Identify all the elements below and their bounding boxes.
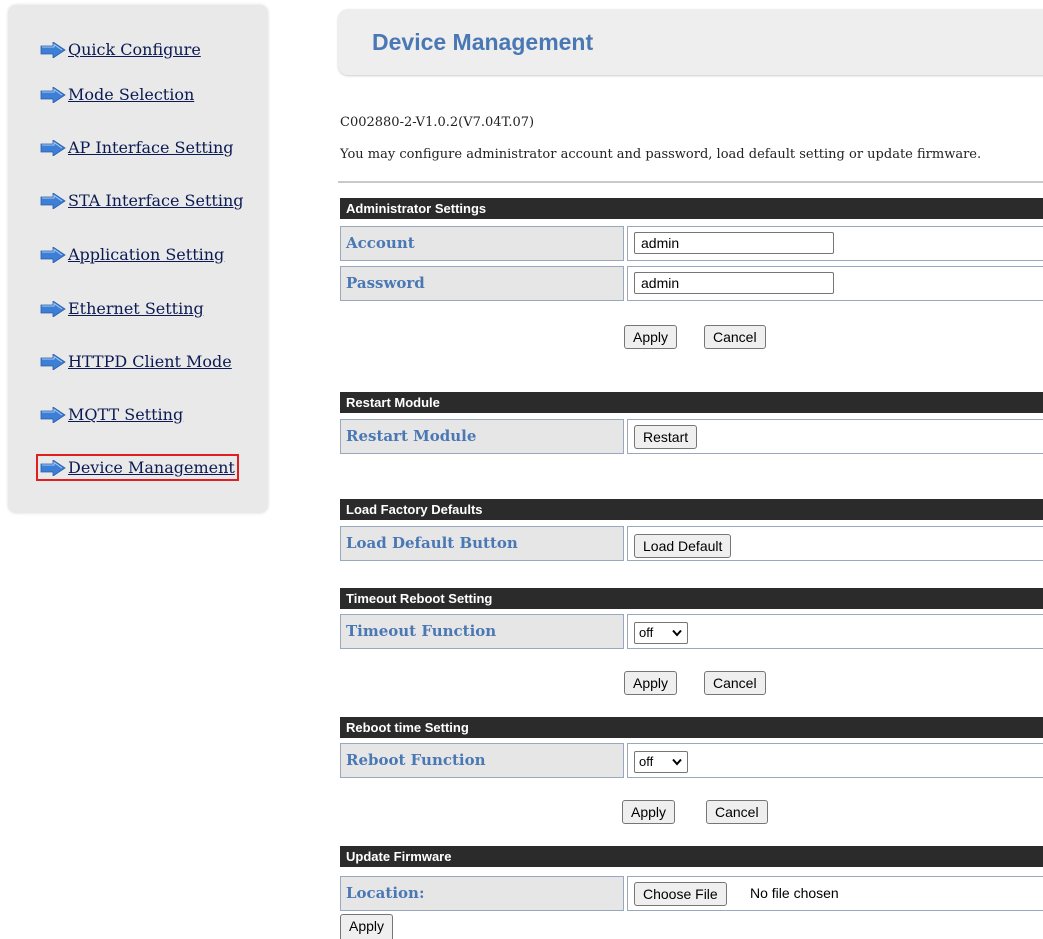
timeout-label: Timeout Function bbox=[340, 614, 624, 649]
firmware-apply-button[interactable]: Apply bbox=[340, 914, 394, 939]
account-row: Account admin bbox=[340, 226, 1043, 263]
location-label: Location: bbox=[340, 876, 624, 911]
sidebar-item-label[interactable]: Ethernet Setting bbox=[68, 299, 204, 318]
reboot-label: Reboot Function bbox=[340, 743, 624, 778]
arrow-right-icon bbox=[40, 300, 66, 317]
reboot-cell: off bbox=[627, 743, 1043, 778]
arrow-right-icon bbox=[40, 459, 66, 476]
divider bbox=[338, 181, 1043, 183]
location-cell: Choose File No file chosen bbox=[627, 876, 1043, 911]
file-status-text: No file chosen bbox=[750, 885, 839, 901]
section-header-timeout: Timeout Reboot Setting bbox=[340, 588, 1043, 609]
sidebar-item-label[interactable]: AP Interface Setting bbox=[68, 138, 234, 157]
reboot-select[interactable]: off bbox=[634, 751, 688, 773]
password-row: Password admin bbox=[340, 266, 1043, 303]
page-description: You may configure administrator account … bbox=[340, 147, 982, 162]
sidebar-item-mode-selection[interactable]: Mode Selection bbox=[40, 85, 194, 104]
sidebar-item-label[interactable]: Device Management bbox=[68, 458, 235, 477]
account-label: Account bbox=[340, 226, 624, 261]
sidebar-item-ap-interface[interactable]: AP Interface Setting bbox=[40, 138, 234, 157]
arrow-right-icon bbox=[40, 246, 66, 263]
timeout-apply-button[interactable]: Apply bbox=[624, 671, 678, 695]
load-default-button[interactable]: Load Default bbox=[634, 534, 732, 558]
password-input[interactable]: admin bbox=[634, 272, 834, 294]
arrow-right-icon bbox=[40, 353, 66, 370]
arrow-right-icon bbox=[40, 406, 66, 423]
timeout-select-value: off bbox=[639, 625, 654, 640]
timeout-row: Timeout Function off bbox=[340, 614, 1043, 651]
page-header: Device Management bbox=[338, 9, 1043, 75]
sidebar-item-mqtt[interactable]: MQTT Setting bbox=[40, 405, 183, 424]
account-cell: admin bbox=[627, 226, 1043, 261]
timeout-cell: off bbox=[627, 614, 1043, 649]
restart-cell: Restart bbox=[627, 419, 1043, 454]
admin-cancel-button[interactable]: Cancel bbox=[704, 325, 766, 349]
account-input[interactable]: admin bbox=[634, 232, 834, 254]
arrow-right-icon bbox=[40, 86, 66, 103]
sidebar-item-label[interactable]: HTTPD Client Mode bbox=[68, 352, 232, 371]
section-header-firmware: Update Firmware bbox=[340, 846, 1043, 867]
sidebar-item-quick-configure[interactable]: Quick Configure bbox=[40, 40, 201, 59]
arrow-right-icon bbox=[40, 139, 66, 156]
sidebar-item-label[interactable]: Mode Selection bbox=[68, 85, 194, 104]
password-label: Password bbox=[340, 266, 624, 301]
factory-row: Load Default Button Load Default bbox=[340, 526, 1043, 563]
reboot-apply-button[interactable]: Apply bbox=[622, 800, 676, 824]
reboot-select-value: off bbox=[639, 754, 654, 769]
arrow-right-icon bbox=[40, 192, 66, 209]
sidebar-item-ethernet[interactable]: Ethernet Setting bbox=[40, 299, 204, 318]
admin-apply-button[interactable]: Apply bbox=[624, 325, 678, 349]
chevron-down-icon bbox=[672, 629, 682, 637]
sidebar-item-label[interactable]: MQTT Setting bbox=[68, 405, 183, 424]
sidebar-item-label[interactable]: Quick Configure bbox=[68, 40, 201, 59]
section-header-admin: Administrator Settings bbox=[340, 198, 1043, 219]
firmware-version: C002880-2-V1.0.2(V7.04T.07) bbox=[340, 115, 535, 130]
sidebar-item-application[interactable]: Application Setting bbox=[40, 245, 224, 264]
restart-button[interactable]: Restart bbox=[634, 425, 698, 449]
chevron-down-icon bbox=[672, 758, 682, 766]
reboot-row: Reboot Function off bbox=[340, 743, 1043, 780]
sidebar-item-label[interactable]: Application Setting bbox=[68, 245, 224, 264]
sidebar-item-device-management[interactable]: Device Management bbox=[36, 454, 239, 481]
page-title: Device Management bbox=[372, 29, 594, 55]
load-default-label: Load Default Button bbox=[340, 526, 624, 561]
sidebar-item-httpd-client[interactable]: HTTPD Client Mode bbox=[40, 352, 232, 371]
timeout-select[interactable]: off bbox=[634, 622, 688, 644]
restart-label: Restart Module bbox=[340, 419, 624, 454]
reboot-cancel-button[interactable]: Cancel bbox=[706, 800, 768, 824]
load-default-cell: Load Default bbox=[627, 526, 1043, 561]
sidebar-item-label[interactable]: STA Interface Setting bbox=[68, 191, 244, 210]
section-header-restart: Restart Module bbox=[340, 392, 1043, 413]
choose-file-button[interactable]: Choose File bbox=[634, 882, 727, 906]
arrow-right-icon bbox=[40, 41, 66, 58]
timeout-cancel-button[interactable]: Cancel bbox=[704, 671, 766, 695]
section-header-reboot: Reboot time Setting bbox=[340, 717, 1043, 738]
firmware-row: Location: Choose File No file chosen bbox=[340, 876, 1043, 913]
sidebar-item-sta-interface[interactable]: STA Interface Setting bbox=[40, 191, 244, 210]
sidebar-menu: Quick Configure Mode Selection AP Interf… bbox=[8, 5, 268, 513]
restart-row: Restart Module Restart bbox=[340, 419, 1043, 456]
password-cell: admin bbox=[627, 266, 1043, 301]
section-header-factory: Load Factory Defaults bbox=[340, 499, 1043, 520]
